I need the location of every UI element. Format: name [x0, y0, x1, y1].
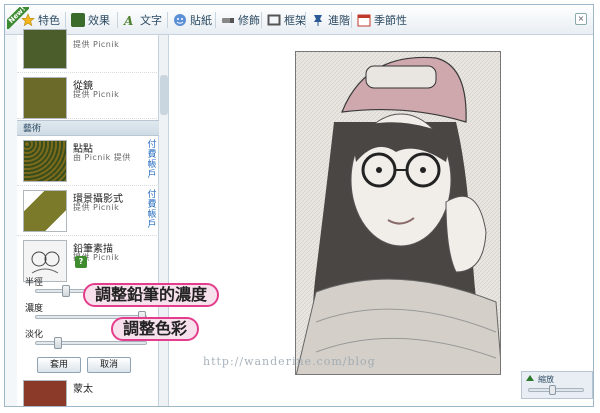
- tab-label: 特色: [38, 14, 60, 27]
- retouch-icon: [221, 13, 235, 27]
- radius-label: 半徑: [25, 278, 44, 288]
- tab-label: 進階: [328, 14, 350, 27]
- tab-retouch[interactable]: 修飾: [221, 11, 260, 29]
- effect-thumbnail: [23, 77, 67, 119]
- sticker-icon: [173, 13, 187, 27]
- svg-text:A: A: [123, 14, 133, 27]
- tab-seasonal[interactable]: 季節性: [357, 11, 407, 29]
- fade-label: 淡化: [25, 330, 44, 340]
- slider-knob[interactable]: [62, 285, 70, 297]
- callout-adjust-color: 調整色彩: [111, 317, 200, 341]
- effect-item-montage[interactable]: 蒙太: [17, 376, 159, 406]
- effect-thumbnail: [23, 140, 67, 182]
- tab-label: 效果: [88, 14, 110, 27]
- tab-effects[interactable]: 效果: [71, 11, 110, 29]
- zoom-slider[interactable]: [528, 385, 584, 395]
- edited-photo[interactable]: [295, 51, 501, 375]
- callout-pencil-intensity: 調整鉛筆的濃度: [83, 283, 220, 307]
- pin-icon: [311, 13, 325, 27]
- zoom-control: 縮放: [521, 371, 593, 399]
- tab-featured[interactable]: 特色: [21, 11, 60, 29]
- star-icon: [21, 13, 35, 27]
- effect-thumbnail: [23, 190, 67, 232]
- effect-item-pencil-sketch[interactable]: 鉛筆素描 提供 Picnik: [17, 236, 159, 282]
- zoom-triangle-icon: [526, 375, 534, 381]
- effect-thumbnail: [23, 29, 67, 69]
- effect-item-panorama[interactable]: 環景攝影式 提供 Picnik 付費帳戶: [17, 186, 159, 236]
- paid-account-link[interactable]: 付費帳戶: [147, 140, 157, 180]
- intensity-label: 濃度: [25, 304, 44, 314]
- zoom-slider-knob[interactable]: [549, 385, 556, 395]
- tab-frames[interactable]: 框架: [267, 11, 306, 29]
- scrollbar-thumb[interactable]: [160, 75, 168, 115]
- cancel-button[interactable]: 取消: [87, 357, 131, 373]
- blog-watermark: http://wanderine.com/blog: [203, 355, 376, 368]
- tab-label: 修飾: [238, 14, 260, 27]
- zoom-label: 縮放: [538, 375, 554, 384]
- tab-label: 文字: [140, 14, 162, 27]
- fade-slider[interactable]: [35, 337, 147, 349]
- text-icon: A: [123, 13, 137, 28]
- help-icon[interactable]: ?: [75, 256, 87, 268]
- window-close-icon[interactable]: ×: [575, 13, 587, 25]
- tab-label: 季節性: [374, 14, 407, 27]
- effect-item-dots[interactable]: 點點 由 Picnik 提供 付費帳戶: [17, 136, 159, 186]
- tab-stickers[interactable]: 貼紙: [173, 11, 212, 29]
- editor-toolbar: New! 特色 效果 A 文字 貼紙 修飾 框架 進階 季節性 ×: [5, 5, 593, 35]
- effect-item-mirror[interactable]: 從鏡 提供 Picnik: [17, 73, 159, 119]
- effects-scrollbar[interactable]: [159, 35, 169, 406]
- section-header-art: 藝術: [17, 120, 159, 136]
- effects-panel: 提供 Picnik 從鏡 提供 Picnik 藝術 點點 由 Picnik 提供…: [17, 29, 159, 406]
- tab-text[interactable]: A 文字: [123, 11, 162, 29]
- paid-account-link[interactable]: 付費帳戶: [147, 190, 157, 230]
- effect-item[interactable]: 提供 Picnik: [17, 29, 159, 73]
- tab-label: 貼紙: [190, 14, 212, 27]
- calendar-icon: [357, 13, 371, 27]
- photo-canvas: 縮放: [169, 35, 593, 406]
- frame-icon: [267, 13, 281, 27]
- apply-button[interactable]: 套用: [37, 357, 81, 373]
- effects-icon: [71, 13, 85, 27]
- tab-label: 框架: [284, 14, 306, 27]
- effect-thumbnail: [23, 380, 67, 406]
- picnik-editor-window: New! 特色 效果 A 文字 貼紙 修飾 框架 進階 季節性 × 提供 Pic…: [4, 4, 594, 407]
- slider-knob[interactable]: [54, 337, 62, 349]
- tab-advanced[interactable]: 進階: [311, 11, 350, 29]
